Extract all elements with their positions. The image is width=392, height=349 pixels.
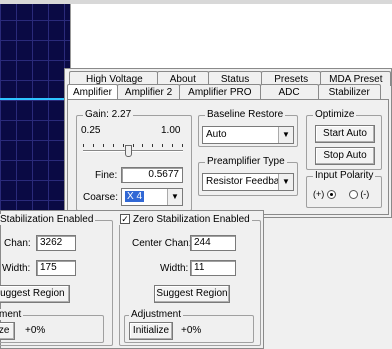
gain-max-label: 1.00 [161, 125, 181, 136]
gain-min-label: 0.25 [81, 125, 101, 136]
center-chan-input[interactable]: 244 [190, 235, 236, 251]
start-auto-button[interactable]: Start Auto [315, 125, 375, 143]
stabilizer-panel: Stabilization Enabled Chan: 3262 Width: … [0, 210, 264, 349]
slider-tick [123, 144, 124, 147]
center-chan-label: Center Chan: [132, 238, 192, 249]
input-polarity-group: Input Polarity (+) (-) [306, 170, 382, 208]
polarity-legend: Input Polarity [313, 170, 376, 181]
tab-amplifier-2[interactable]: Amplifier 2 [116, 84, 181, 99]
baseline-value: Auto [206, 129, 227, 140]
stop-auto-button[interactable]: Stop Auto [315, 147, 375, 165]
gain-group: Gain: 2.27 0.25 1.00 Fine: 0.5677 Coarse… [76, 109, 192, 211]
chevron-down-icon[interactable]: ▼ [278, 174, 293, 190]
gain-stab-legend: Stabilization Enabled [0, 214, 96, 225]
polarity-negative-label: (-) [360, 189, 370, 199]
zero-stab-label: Zero Stabilization Enabled [133, 214, 250, 225]
polarity-options: (+) (-) [313, 189, 370, 200]
white-panel-background [70, 4, 392, 70]
slider-tick [182, 144, 183, 147]
left-chan-label: Chan: [4, 238, 31, 249]
coarse-value: X 4 [125, 191, 145, 202]
gain-legend: Gain: 2.27 [83, 109, 134, 120]
tab-row-2: Amplifier Amplifier 2 Amplifier PRO ADC … [67, 84, 381, 100]
zero-stab-checkbox[interactable]: ✓ [120, 214, 130, 225]
optimize-legend: Optimize [313, 109, 357, 120]
optimize-group: Optimize Start Auto Stop Auto [306, 109, 382, 170]
tab-amplifier[interactable]: Amplifier [67, 84, 118, 100]
left-initialize-button[interactable]: ize [0, 322, 15, 340]
left-width-input[interactable]: 175 [36, 260, 76, 276]
polarity-positive-radio[interactable] [326, 190, 336, 200]
right-adjustment-legend: Adjustment [129, 309, 184, 320]
spectrum-display[interactable] [0, 0, 70, 212]
right-adjustment-group: Adjustment Initialize +0% [124, 309, 254, 343]
slider-tick [83, 144, 84, 147]
slider-tick [172, 144, 173, 147]
left-width-label: Width: [2, 263, 31, 274]
slider-tick [113, 144, 114, 147]
tab-adc[interactable]: ADC [259, 84, 319, 99]
preamp-select[interactable]: Resistor Feedback ▼ [202, 173, 294, 191]
preamp-value: Resistor Feedback [206, 176, 290, 187]
right-initialize-button[interactable]: Initialize [129, 322, 173, 340]
left-chan-input[interactable]: 3262 [36, 235, 76, 251]
right-suggest-region-button[interactable]: Suggest Region [154, 285, 230, 303]
slider-tick [152, 144, 153, 147]
chevron-down-icon[interactable]: ▼ [278, 127, 293, 143]
zero-stabilization-group: ✓ Zero Stabilization Enabled Center Chan:… [118, 214, 261, 346]
slider-track [83, 150, 183, 152]
coarse-label: Coarse: [83, 192, 119, 203]
fine-input[interactable]: 0.5677 [121, 167, 183, 183]
zero-stab-legend: ✓ Zero Stabilization Enabled [118, 214, 252, 225]
slider-thumb[interactable] [125, 145, 132, 157]
fine-label: Fine: [95, 170, 118, 181]
left-offset: +0% [25, 325, 46, 336]
amplifier-dialog: High Voltage About Status Presets MDA Pr… [64, 68, 392, 218]
tab-stabilizer[interactable]: Stabilizer [317, 84, 381, 99]
left-adjustment-legend: ment [0, 309, 24, 320]
tab-amplifier-pro[interactable]: Amplifier PRO [179, 84, 261, 99]
baseline-restore-group: Baseline Restore Auto ▼ [198, 109, 298, 147]
gain-slider[interactable] [83, 144, 183, 158]
baseline-legend: Baseline Restore [205, 109, 286, 120]
polarity-positive-label: (+) [313, 189, 325, 199]
baseline-trace [0, 98, 70, 100]
gain-stabilization-group: Stabilization Enabled Chan: 3262 Width: … [0, 214, 113, 346]
slider-tick [133, 144, 134, 147]
slider-tick [93, 144, 94, 147]
amplifier-tab-panel: Gain: 2.27 0.25 1.00 Fine: 0.5677 Coarse… [67, 99, 389, 215]
preamp-type-group: Preamplifier Type Resistor Feedback ▼ [198, 156, 298, 196]
chevron-down-icon[interactable]: ▼ [167, 189, 182, 205]
coarse-select[interactable]: X 4 ▼ [121, 188, 183, 206]
slider-tick [103, 144, 104, 147]
right-width-label: Width: [160, 263, 189, 274]
baseline-select[interactable]: Auto ▼ [202, 126, 294, 144]
left-suggest-region-button[interactable]: Suggest Region [0, 285, 70, 303]
preamp-legend: Preamplifier Type [205, 156, 287, 167]
display-top-bar [0, 0, 70, 4]
left-adjustment-group: ment ize +0% [0, 309, 104, 343]
right-offset: +0% [181, 325, 202, 336]
slider-tick [142, 144, 143, 147]
right-width-input[interactable]: 11 [190, 260, 236, 276]
slider-tick [162, 144, 163, 147]
polarity-negative-radio[interactable] [348, 190, 358, 200]
